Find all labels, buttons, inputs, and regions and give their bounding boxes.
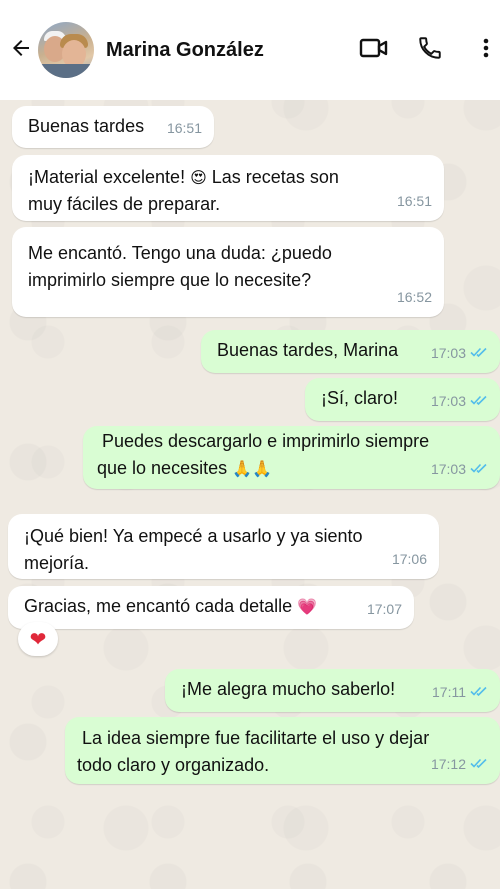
message-text: muy fáciles de preparar. bbox=[28, 194, 221, 214]
more-vertical-icon bbox=[482, 36, 490, 65]
message-incoming[interactable]: Gracias, me encantó cada detalle 💗 17:07 bbox=[8, 586, 414, 629]
message-text: Las recetas son bbox=[206, 167, 339, 187]
more-options-button[interactable] bbox=[472, 30, 500, 70]
message-status: 17:03 bbox=[431, 388, 488, 415]
video-camera-icon bbox=[359, 36, 389, 65]
message-status: 17:03 bbox=[431, 340, 488, 367]
message-time: 17:03 bbox=[430, 461, 466, 477]
message-time: 16:51 bbox=[396, 193, 432, 209]
message-text: todo claro y organizado. bbox=[77, 755, 270, 775]
message-text: imprimirlo siempre que lo necesite? bbox=[28, 270, 312, 290]
contact-name[interactable]: Marina González bbox=[106, 39, 354, 62]
message-text: Buenas tardes bbox=[28, 116, 145, 136]
emoji-growing-heart: 💗 bbox=[297, 597, 318, 616]
voice-call-button[interactable] bbox=[410, 30, 450, 70]
message-time: 16:52 bbox=[396, 289, 432, 305]
message-text: Puedes descargarlo e imprimirlo siempre bbox=[97, 431, 430, 451]
message-text: ¡Sí, claro! bbox=[321, 388, 399, 408]
video-call-button[interactable] bbox=[354, 30, 394, 70]
red-heart-icon: ❤ bbox=[29, 628, 47, 651]
message-time: 17:11 bbox=[432, 684, 466, 700]
emoji-folded-hands: 🙏🙏 bbox=[232, 459, 272, 478]
message-status: 17:11 bbox=[432, 679, 488, 706]
emoji-smiling-heart-eyes: 😍 bbox=[190, 168, 207, 187]
arrow-left-icon bbox=[9, 36, 33, 65]
double-check-icon bbox=[470, 388, 488, 415]
message-incoming[interactable]: ¡Qué bien! Ya empecé a usarlo y ya sient… bbox=[8, 514, 439, 579]
message-outgoing[interactable]: Buenas tardes, Marina 17:03 bbox=[201, 330, 500, 373]
message-text: Me encantó. Tengo una duda: ¿puedo bbox=[28, 243, 332, 263]
message-status: 17:12 bbox=[431, 751, 488, 778]
message-list[interactable]: Buenas tardes 16:51 ¡Material excelente!… bbox=[0, 100, 500, 889]
double-check-icon bbox=[470, 679, 488, 706]
double-check-icon bbox=[470, 340, 488, 367]
chat-header: Marina González bbox=[0, 0, 500, 100]
message-text: ¡Material excelente! bbox=[28, 167, 191, 187]
message-text: Gracias, me encantó cada detalle bbox=[24, 596, 298, 616]
message-text: ¡Me alegra mucho saberlo! bbox=[181, 679, 396, 699]
message-outgoing[interactable]: La idea siempre fue facilitarte el uso y… bbox=[65, 717, 500, 784]
message-text: Buenas tardes, Marina bbox=[217, 340, 399, 360]
back-button[interactable] bbox=[4, 33, 38, 67]
message-outgoing[interactable]: Puedes descargarlo e imprimirlo siempre … bbox=[83, 426, 500, 489]
double-check-icon bbox=[470, 751, 488, 778]
message-time: 17:06 bbox=[391, 551, 427, 567]
message-time: 16:51 bbox=[166, 120, 202, 136]
message-incoming[interactable]: ¡Material excelente! 😍 Las recetas son m… bbox=[12, 155, 444, 221]
message-outgoing[interactable]: ¡Me alegra mucho saberlo! 17:11 bbox=[165, 669, 500, 712]
double-check-icon bbox=[470, 456, 488, 483]
phone-icon bbox=[417, 35, 443, 66]
message-text: mejoría. bbox=[24, 553, 90, 573]
message-time: 17:07 bbox=[366, 601, 402, 617]
message-time: 17:12 bbox=[430, 756, 466, 772]
message-time: 17:03 bbox=[430, 393, 466, 409]
message-incoming[interactable]: Me encantó. Tengo una duda: ¿puedo impri… bbox=[12, 227, 444, 317]
message-text: ¡Qué bien! Ya empecé a usarlo y ya sient… bbox=[24, 526, 363, 546]
message-text: que lo necesites bbox=[97, 458, 233, 478]
message-time: 17:03 bbox=[430, 345, 466, 361]
message-reaction[interactable]: ❤ bbox=[18, 622, 58, 656]
message-status: 17:03 bbox=[431, 456, 488, 483]
message-incoming[interactable]: Buenas tardes 16:51 bbox=[12, 106, 214, 148]
message-outgoing[interactable]: ¡Sí, claro! 17:03 bbox=[305, 378, 500, 421]
message-text: La idea siempre fue facilitarte el uso y… bbox=[77, 728, 430, 748]
contact-avatar[interactable] bbox=[38, 22, 94, 78]
